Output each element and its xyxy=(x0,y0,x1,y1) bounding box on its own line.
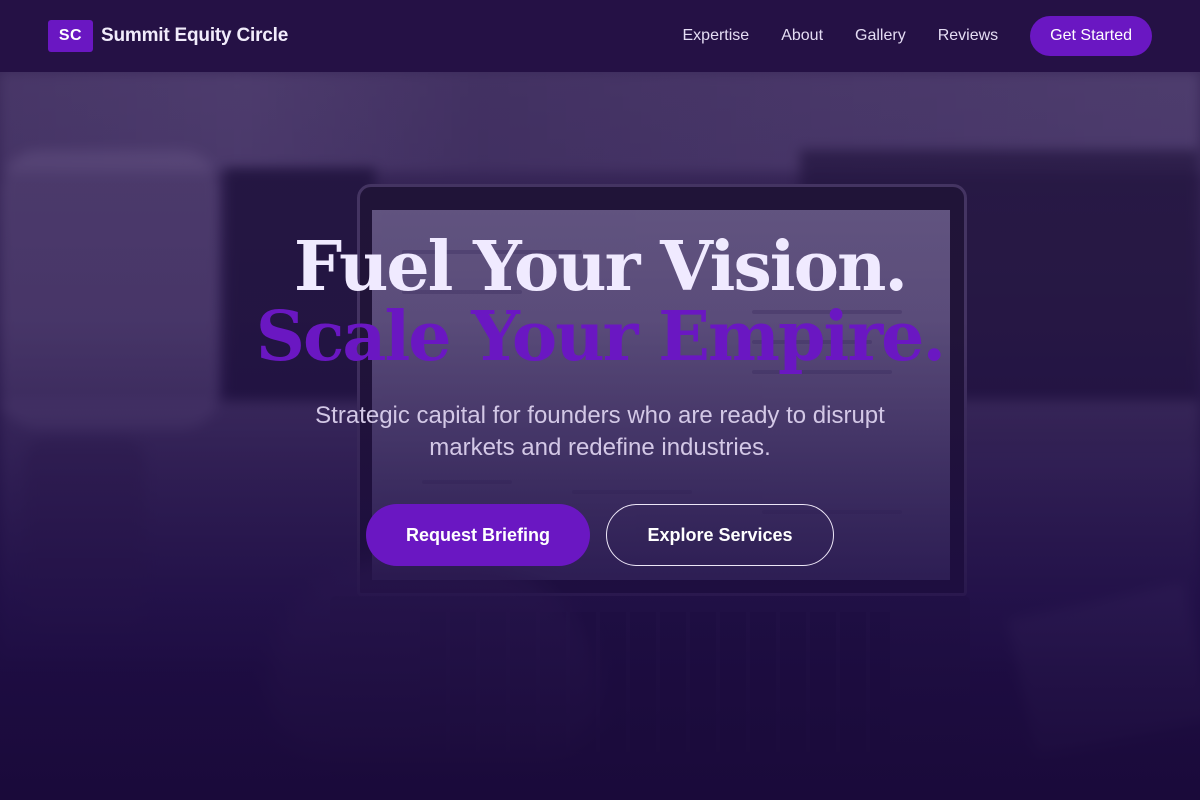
hero-headline: Fuel Your Vision. Scale Your Empire. xyxy=(0,232,1200,372)
headline-line-1: Fuel Your Vision. xyxy=(293,227,908,307)
nav-link-reviews[interactable]: Reviews xyxy=(938,27,998,45)
get-started-button[interactable]: Get Started xyxy=(1030,16,1152,56)
logo-mark: SC xyxy=(48,20,93,52)
hero-button-group: Request Briefing Explore Services xyxy=(0,504,1200,566)
hero-section: Fuel Your Vision. Scale Your Empire. Str… xyxy=(0,232,1200,566)
request-briefing-button[interactable]: Request Briefing xyxy=(366,504,590,566)
hero-subheadline: Strategic capital for founders who are r… xyxy=(315,402,885,461)
brand-name: Summit Equity Circle xyxy=(101,25,289,46)
headline-line-2: Scale Your Empire. xyxy=(255,297,946,377)
nav-link-expertise[interactable]: Expertise xyxy=(683,27,750,45)
brand-logo-link[interactable]: SC Summit Equity Circle xyxy=(48,20,288,52)
nav-links: Expertise About Gallery Reviews Get Star… xyxy=(683,16,1152,56)
explore-services-button[interactable]: Explore Services xyxy=(606,504,834,566)
nav-link-about[interactable]: About xyxy=(781,27,823,45)
nav-link-gallery[interactable]: Gallery xyxy=(855,27,906,45)
top-navbar: SC Summit Equity Circle Expertise About … xyxy=(0,0,1200,72)
